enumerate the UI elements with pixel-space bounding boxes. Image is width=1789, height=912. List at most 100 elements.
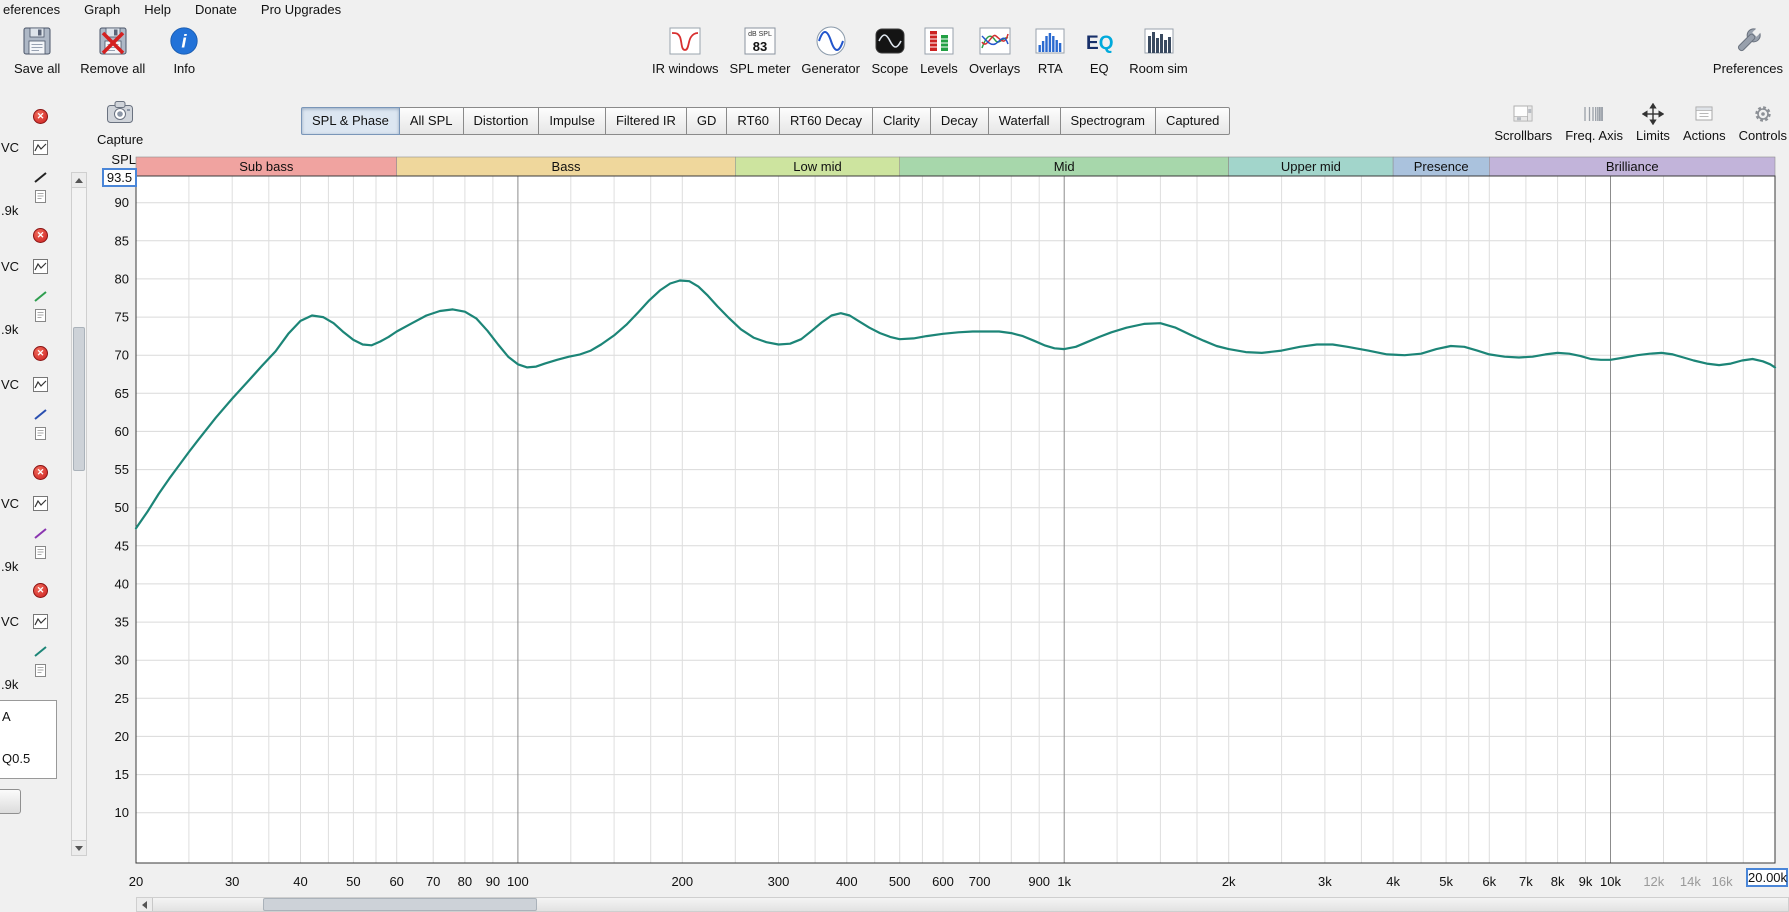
levels-button[interactable]: Levels [920,22,958,76]
tab-waterfall[interactable]: Waterfall [988,107,1061,135]
capture-button[interactable]: Capture [97,99,143,147]
trace-color-icon[interactable] [33,289,48,304]
menu-graph[interactable]: Graph [84,2,120,17]
controls-button[interactable]: Controls [1739,102,1787,143]
svg-text:83: 83 [753,39,767,54]
measurement-name: VC [1,258,20,274]
measurement-item[interactable]: ✕ VC .9k [0,219,68,337]
measurement-info-box: A Q0.5 [0,700,57,779]
measurement-item[interactable]: ✕ VC .9k [0,456,68,574]
measurement-name: VC [1,377,20,393]
measurement-range: .9k [1,203,19,218]
svg-text:85: 85 [115,233,129,248]
svg-text:55: 55 [115,462,129,477]
y-axis-top-limit-input[interactable]: 93.5 [102,168,137,187]
trace-color-icon[interactable] [33,407,48,422]
ir-windows-button[interactable]: IR windows [652,22,718,76]
trace-color-icon[interactable] [33,526,48,541]
remove-all-button[interactable]: Remove all [80,22,145,76]
notes-icon[interactable] [33,308,48,323]
svg-text:25: 25 [115,691,129,706]
scroll-left-button[interactable] [137,898,153,911]
freq-axis-button[interactable]: Freq. Axis [1565,102,1623,143]
svg-text:70: 70 [115,348,129,363]
notes-icon[interactable] [33,663,48,678]
tab-filtered-ir[interactable]: Filtered IR [605,107,687,135]
scrollbars-button[interactable]: Scrollbars [1494,102,1552,143]
tab-all-spl[interactable]: All SPL [399,107,464,135]
overlays-button[interactable]: Overlays [969,22,1020,76]
svg-text:90: 90 [115,195,129,210]
preferences-button[interactable]: Preferences [1713,22,1783,76]
capture-label: Capture [97,132,144,147]
menu-eferences[interactable]: eferences [3,2,60,17]
spl-meter-button[interactable]: dB SPL 83 SPL meter [729,22,790,76]
left-arrow-icon [142,900,147,909]
svg-text:35: 35 [115,615,129,630]
save-icon [18,22,56,60]
sidebar-scrollbar[interactable] [71,172,87,856]
info-button[interactable]: i Info [165,22,203,76]
tab-clarity[interactable]: Clarity [873,107,931,135]
tab-rt60-decay[interactable]: RT60 Decay [779,107,873,135]
down-arrow-icon [75,845,83,851]
measurement-delete-button[interactable]: ✕ [33,227,48,243]
notes-icon[interactable] [33,426,48,441]
rta-button[interactable]: RTA [1031,22,1069,76]
tab-decay[interactable]: Decay [930,107,989,135]
svg-text:dB SPL: dB SPL [748,31,772,38]
svg-text:80: 80 [115,271,129,286]
menu-help[interactable]: Help [144,2,171,17]
x-axis-right-limit-input[interactable]: 20.00k [1746,868,1788,887]
tab-spectrogram[interactable]: Spectrogram [1060,107,1156,135]
frequency-bands: Sub bass Bass Low mid Mid Upper mid Presence B… [135,156,1776,177]
controls-label: Controls [1738,128,1787,143]
tab-distortion[interactable]: Distortion [463,107,540,135]
measurement-item[interactable]: ✕ VC .9k [0,574,68,692]
x-axis-labels: 20 30 40 50 60 70 80 90 100 200 300 400 500 600 700 900… [129,874,1733,889]
generator-button[interactable]: Generator [801,22,860,76]
measurement-name: VC [1,614,20,630]
room-sim-button[interactable]: Room sim [1129,22,1188,76]
eq-button[interactable]: EQ EQ [1080,22,1118,76]
measurement-delete-button[interactable]: ✕ [33,346,48,362]
svg-text:100: 100 [507,874,529,889]
measurement-name: VC [1,140,20,155]
sidebar-cut-button[interactable] [0,789,21,814]
measurement-item[interactable]: ✕ VC .9k [0,100,68,218]
toolbar-preferences-group: Preferences [1713,22,1783,76]
tab-rt60[interactable]: RT60 [727,107,780,135]
trace-color-icon[interactable] [33,644,48,659]
menu-donate[interactable]: Donate [195,2,237,17]
scroll-down-button[interactable] [72,840,86,855]
menu-pro-upgrades[interactable]: Pro Upgrades [261,2,341,17]
overlays-icon [976,22,1014,60]
notes-icon[interactable] [33,545,48,560]
svg-text:7k: 7k [1519,874,1533,889]
svg-text:50: 50 [346,874,360,889]
spl-meter-icon: dB SPL 83 [741,22,779,60]
tab-spl-phase[interactable]: SPL & Phase [301,107,400,135]
scope-button[interactable]: Scope [871,22,909,76]
trace-color-icon[interactable] [33,170,48,185]
tab-gd[interactable]: GD [686,107,728,135]
main-toolbar: Save all Remove all i Info IR windows dB SPL… [0,19,1789,96]
notes-icon[interactable] [33,189,48,204]
eq-label: EQ [1089,61,1109,76]
measurement-delete-button[interactable]: ✕ [33,583,48,599]
svg-text:i: i [182,31,188,52]
chart-hscrollbar-thumb[interactable] [263,898,537,911]
limits-button[interactable]: Limits [1636,102,1670,143]
save-all-button[interactable]: Save all [14,22,60,76]
svg-text:Upper mid: Upper mid [1281,159,1341,174]
tab-captured[interactable]: Captured [1155,107,1231,135]
measurement-delete-button[interactable]: ✕ [33,464,48,480]
chart-hscrollbar[interactable] [136,897,1789,912]
sidebar-scrollbar-thumb[interactable] [73,327,85,471]
scroll-up-button[interactable] [72,173,86,188]
tab-impulse[interactable]: Impulse [539,107,606,135]
measurement-delete-button[interactable]: ✕ [33,109,48,124]
svg-text:200: 200 [671,874,693,889]
measurement-item[interactable]: ✕ VC [0,337,68,455]
actions-button[interactable]: Actions [1683,102,1726,143]
